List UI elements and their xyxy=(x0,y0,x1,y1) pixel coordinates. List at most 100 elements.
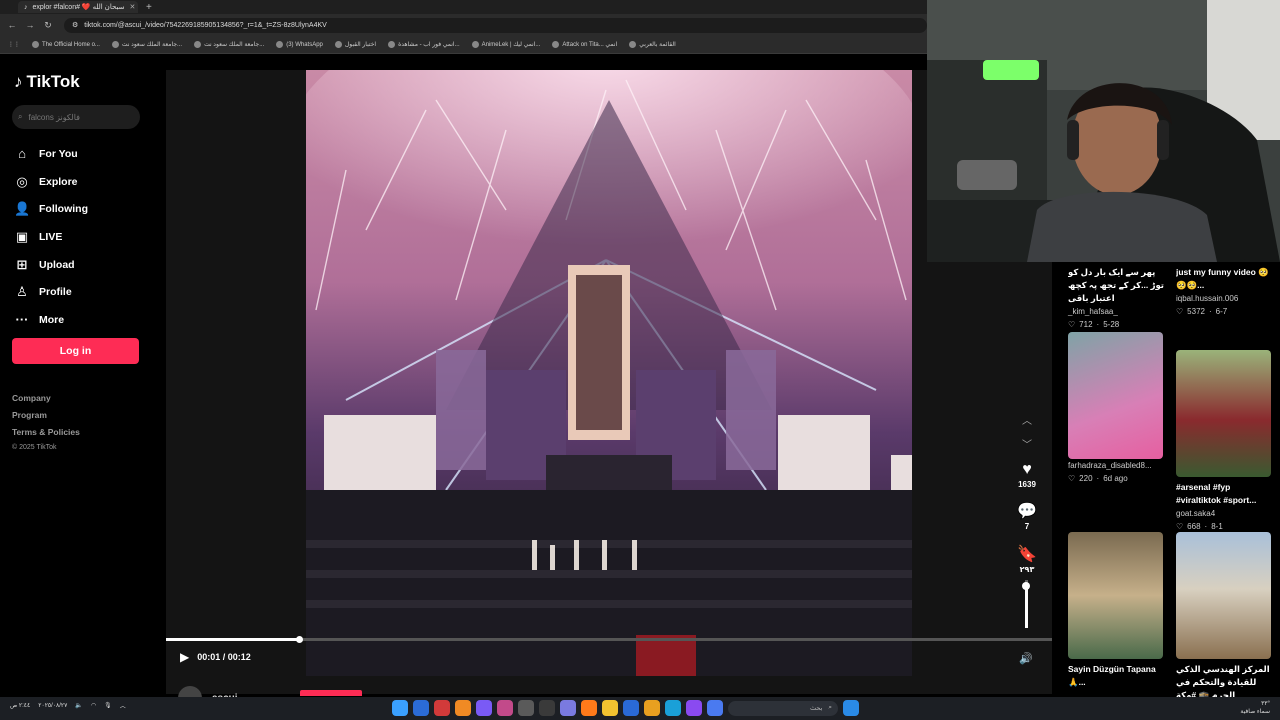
recommended-video-card[interactable]: Sayin Düzgün Tapana 🙏... xyxy=(1068,532,1165,689)
nav-item-for-you[interactable]: ⌂ For You xyxy=(14,140,88,168)
speaker-icon[interactable]: 🔈 xyxy=(75,702,82,709)
apps-grid-icon[interactable]: ⋮⋮ xyxy=(8,41,20,48)
nav-item-upload[interactable]: ⊞ Upload xyxy=(14,251,88,279)
bookmark-item[interactable]: انمي فور اب - مشاهدة... xyxy=(388,41,460,48)
login-button[interactable]: Log in xyxy=(12,338,139,364)
mic-icon[interactable]: 🎙 xyxy=(104,702,112,709)
bookmark-label: (3) WhatsApp xyxy=(286,41,323,48)
bookmark-icon[interactable]: 🔖 xyxy=(1010,545,1044,565)
bookmark-item[interactable]: اختبار القبول xyxy=(334,41,376,48)
taskbar-app-icon[interactable] xyxy=(518,700,534,716)
wifi-icon[interactable]: ◠ xyxy=(91,702,96,709)
play-icon[interactable]: ▶ xyxy=(180,650,189,664)
comment-action[interactable]: 💬 7 xyxy=(1010,502,1044,531)
bookmark-item[interactable]: القائمة بالعربي xyxy=(629,41,676,48)
video-thumbnail[interactable] xyxy=(1068,532,1163,659)
recommended-video-card[interactable]: المركز الهندسي الذكي للقيادة والتحكم في … xyxy=(1176,532,1273,702)
bookmark-item[interactable]: (3) WhatsApp xyxy=(276,41,323,48)
bookmark-favicon-icon xyxy=(388,41,396,48)
nav-item-more[interactable]: ··· More xyxy=(14,306,88,334)
save-action[interactable]: 🔖 ٢٩٣ xyxy=(1010,545,1044,574)
nav-item-label: LIVE xyxy=(39,230,63,243)
nav-item-profile[interactable]: ♙ Profile xyxy=(14,278,88,306)
forward-icon[interactable]: → xyxy=(24,20,36,30)
video-thumbnail[interactable] xyxy=(1176,532,1271,659)
taskbar-app-icon[interactable] xyxy=(539,700,555,716)
bookmark-item[interactable]: Attack on Tita... انمي xyxy=(552,41,617,48)
nav-item-label: More xyxy=(39,313,65,326)
video-thumbnail[interactable] xyxy=(1176,350,1271,477)
url-text: tiktok.com/@ascui_/video/754226918590513… xyxy=(84,21,327,29)
bookmark-item[interactable]: جامعة الملك سعود نت... xyxy=(111,41,182,48)
bookmark-favicon-icon xyxy=(194,41,202,48)
chevron-up-tray-icon[interactable]: ︿ xyxy=(120,701,126,710)
bookmark-item[interactable]: The Official Home o... xyxy=(32,41,100,48)
taskbar-app-icon[interactable] xyxy=(707,700,723,716)
taskbar-app-icon[interactable] xyxy=(434,700,450,716)
browser-tab[interactable]: ♪ explor #falcon# ❤️ سبحان الله ✕ xyxy=(18,1,138,13)
clock: ٢:٤٤ ص xyxy=(10,703,31,709)
taskbar-app-icon[interactable] xyxy=(581,700,597,716)
bookmark-favicon-icon xyxy=(276,41,284,48)
bookmark-favicon-icon xyxy=(471,41,479,48)
recommended-video-card[interactable]: پھر سے ایک بار دل کو توڑ ...کر کے تجھ پہ… xyxy=(1068,262,1165,331)
recommended-video-card[interactable]: just my funny video 🥺🥺🥺... iqbal.hussain.… xyxy=(1176,262,1273,318)
heart-outline-icon: ♡ xyxy=(1068,474,1076,483)
weather-temp: ٣٣° xyxy=(1261,701,1270,707)
bookmark-label: Attack on Tita... انمي xyxy=(562,42,618,48)
tiktok-favicon-icon: ♪ xyxy=(24,3,28,11)
taskbar-app-icon[interactable] xyxy=(560,700,576,716)
like-action[interactable]: ♥ 1639 xyxy=(1010,460,1044,489)
taskbar-search[interactable]: بحث ⌕ xyxy=(728,700,838,716)
start-menu-icon[interactable] xyxy=(843,700,859,716)
new-tab-icon[interactable]: + xyxy=(146,2,152,13)
recommended-video-card[interactable]: #arsenal #fyp #viraltiktok #sport... goat… xyxy=(1176,350,1273,533)
progress-handle[interactable] xyxy=(295,636,303,643)
address-bar[interactable]: ⚙ tiktok.com/@ascui_/video/7542269185905… xyxy=(64,17,927,33)
chevron-up-icon[interactable]: ︿ xyxy=(1019,410,1035,434)
tiktok-logo[interactable]: ♪ TikTok xyxy=(14,72,80,92)
search-box[interactable]: ⌕ xyxy=(12,105,140,129)
heart-icon[interactable]: ♥ xyxy=(1010,460,1044,480)
comment-icon[interactable]: 💬 xyxy=(1010,502,1044,522)
footer-terms-link[interactable]: Terms & Policies xyxy=(12,424,80,441)
video-date: 6d ago xyxy=(1103,474,1128,483)
follow-button[interactable] xyxy=(300,690,362,696)
footer-company-link[interactable]: Company xyxy=(12,390,80,407)
bookmark-item[interactable]: جامعة الملك سعود نت... xyxy=(194,41,264,48)
taskbar-app-icon[interactable] xyxy=(602,700,618,716)
taskbar-app-icon[interactable] xyxy=(392,700,408,716)
weather-widget[interactable]: ٣٣° سماء صافية xyxy=(1240,700,1270,716)
volume-handle[interactable] xyxy=(1022,581,1030,590)
close-tab-icon[interactable]: ✕ xyxy=(129,3,135,11)
video-thumbnail[interactable] xyxy=(1068,332,1163,459)
volume-icon[interactable]: 🔊 xyxy=(1019,652,1033,665)
nav-item-following[interactable]: 👤 Following xyxy=(14,195,88,223)
footer-program-link[interactable]: Program xyxy=(12,407,80,424)
tab-title: explor #falcon# ❤️ سبحان الله xyxy=(32,4,125,11)
taskbar-app-icon[interactable] xyxy=(455,700,471,716)
nav-item-explore[interactable]: ◎ Explore xyxy=(14,168,88,196)
reload-icon[interactable]: ↻ xyxy=(42,20,54,31)
taskbar-app-icon[interactable] xyxy=(644,700,660,716)
recommended-video-card[interactable]: farhadraza_disabled8... ♡ 220 · 6d ago xyxy=(1068,332,1165,485)
back-icon[interactable]: ← xyxy=(6,20,18,30)
taskbar-app-icon[interactable] xyxy=(497,700,513,716)
streamer-webcam xyxy=(927,0,1280,262)
chevron-down-icon[interactable]: ﹀ xyxy=(1019,434,1035,458)
progress-fill xyxy=(166,638,299,641)
taskbar-app-icon[interactable] xyxy=(413,700,429,716)
search-input[interactable] xyxy=(28,112,129,122)
ellipsis-icon: ··· xyxy=(15,312,29,328)
taskbar-app-icon[interactable] xyxy=(623,700,639,716)
bookmark-item[interactable]: AnimeLek | انمي ليك... xyxy=(471,41,540,48)
taskbar-app-icon[interactable] xyxy=(476,700,492,716)
browser-tabbar: ♪ explor #falcon# ❤️ سبحان الله ✕ + xyxy=(0,0,927,14)
taskbar-app-icon[interactable] xyxy=(686,700,702,716)
site-info-icon[interactable]: ⚙ xyxy=(72,21,78,29)
taskbar-app-icon[interactable] xyxy=(665,700,681,716)
search-icon: ⌕ xyxy=(18,112,23,121)
nav-item-live[interactable]: ▣ LIVE xyxy=(14,223,88,251)
video-frame[interactable] xyxy=(306,70,912,676)
save-count: ٢٩٣ xyxy=(1019,565,1035,574)
